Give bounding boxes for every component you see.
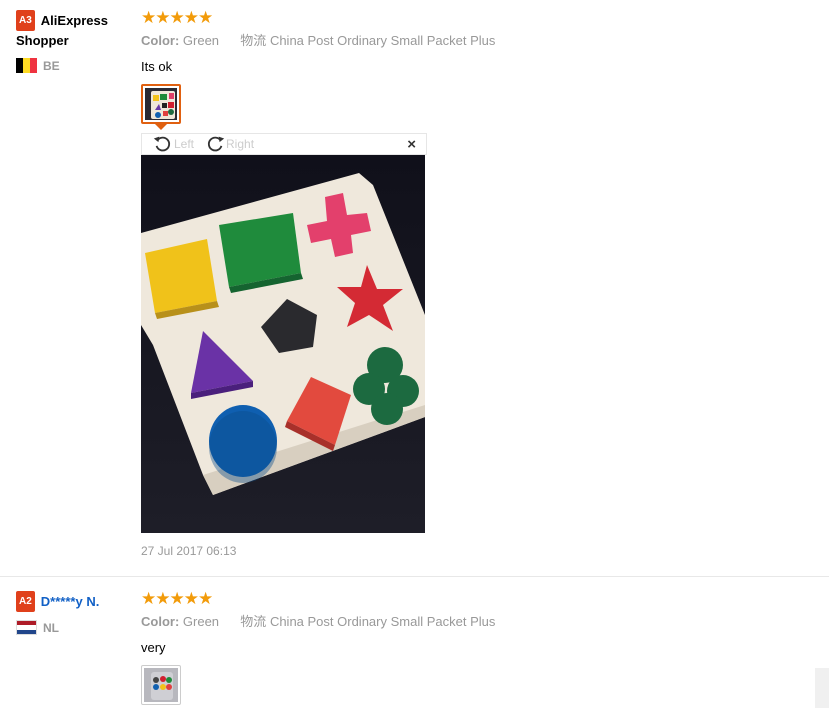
rotate-left-icon xyxy=(153,136,171,152)
close-icon[interactable]: × xyxy=(407,136,416,153)
review-item: A2 D*****y N. NL ★★★★★ Color: Green 物流 Ch… xyxy=(0,576,829,709)
shipping-value: China Post Ordinary Small Packet Plus xyxy=(269,614,496,629)
photo-viewer-toolbar: Left Right × xyxy=(141,133,427,155)
color-value: Green xyxy=(182,614,220,629)
rotate-right-button[interactable]: Right xyxy=(204,133,254,155)
color-label: Color: xyxy=(141,33,180,48)
rating-stars: ★★★★★ xyxy=(141,589,213,608)
country-code: NL xyxy=(43,620,59,635)
rotate-right-label: Right xyxy=(226,137,255,151)
reviewer-name: D*****y N. xyxy=(40,594,100,609)
shipping-label: 物流 xyxy=(240,33,267,48)
color-label: Color: xyxy=(141,614,180,629)
reviewer-country: NL xyxy=(16,620,136,635)
review-photo-thumbnail[interactable] xyxy=(141,84,181,124)
review-photo-large xyxy=(141,155,425,533)
color-value: Green xyxy=(182,33,220,48)
level-badge: A2 xyxy=(16,591,35,612)
shipping-label: 物流 xyxy=(240,614,267,629)
reviewer-name-block[interactable]: A2 D*****y N. xyxy=(16,591,136,612)
reviewer-name-block: A3 AliExpress Shopper xyxy=(16,10,136,50)
review-text: Its ok xyxy=(141,59,173,74)
review-item: A3 AliExpress Shopper BE ★★★★★ Color: Gre… xyxy=(0,0,829,576)
rotate-left-label: Left xyxy=(174,137,195,151)
rotate-left-button[interactable]: Left xyxy=(152,133,194,155)
level-badge: A3 xyxy=(16,10,35,31)
netherlands-flag-icon xyxy=(16,620,37,635)
belgium-flag-icon xyxy=(16,58,37,73)
thumbnail-image xyxy=(145,88,177,120)
shipping-value: China Post Ordinary Small Packet Plus xyxy=(269,33,496,48)
reviewer-info: A2 D*****y N. NL xyxy=(16,591,136,635)
country-code: BE xyxy=(43,58,60,73)
thumbnail-image xyxy=(144,668,178,702)
review-content: ★★★★★ Color: Green 物流 China Post Ordinar… xyxy=(141,8,821,76)
review-date: 27 Jul 2017 06:13 xyxy=(141,544,237,558)
review-text: very xyxy=(141,640,166,655)
reviewer-country: BE xyxy=(16,58,136,73)
review-photo-thumbnail[interactable] xyxy=(141,665,181,705)
rotate-right-icon xyxy=(207,136,225,152)
shape-puzzle-photo xyxy=(141,155,425,533)
review-attributes: Color: Green 物流 China Post Ordinary Smal… xyxy=(141,613,821,631)
thumbnail-active-arrow xyxy=(155,124,167,130)
rating-stars: ★★★★★ xyxy=(141,8,213,27)
reviewer-info: A3 AliExpress Shopper BE xyxy=(16,10,136,73)
page-scrollbar[interactable] xyxy=(815,668,829,708)
review-content: ★★★★★ Color: Green 物流 China Post Ordinar… xyxy=(141,589,821,657)
photo-viewer: Left Right × xyxy=(141,133,427,533)
review-attributes: Color: Green 物流 China Post Ordinary Smal… xyxy=(141,32,821,50)
